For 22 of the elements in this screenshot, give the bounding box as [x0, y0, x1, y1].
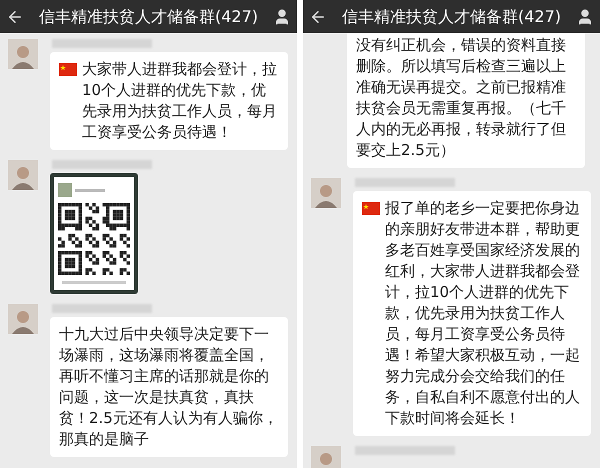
avatar[interactable] [8, 304, 38, 334]
person-silhouette-icon [314, 182, 338, 208]
card-header-drawing [58, 183, 105, 197]
flag-icon [59, 63, 77, 76]
message-text: 十九大过后中央领导决定要下一场瀑雨，这场瀑雨将覆盖全国，再听不懂习主席的话那就是你的问题，这一次是扶真贫，真扶贫！2.5元还有人认为有人骗你，那真的是脑子 [59, 324, 279, 450]
message-text: 报了单的老乡一定要把你身边的亲朋好友带进本群，帮助更多老百姓享受国家经济发展的红利，大家带人进群我都会登计，拉10个人进群的优先下款，优先录用为扶贫工作人员，每月工资享受公务员待遇！希望大家积极互动，一起努力完成分会交给我们的任务，自私自利不愿意付出的人下款时间将会延长！ [385, 198, 581, 429]
chat-title: 信丰精准扶贫人才储备群(427) [38, 6, 258, 28]
message-text: 没有纠正机会，错误的资料直接删除。所以填写后检查三遍以上准确无误再提交。之前已报精准扶贫会员无需重复再报。（七千人内的无必再报，转录就行了但要交上2.5元） [356, 35, 567, 161]
message-text: 大家带人进群我都会登计，拉10个人进群的优先下款，优先录用为扶贫工作人员，每月工资享受公务员待遇！ [82, 59, 278, 143]
chat-title: 信丰精准扶贫人才储备群(427) [342, 6, 562, 28]
avatar[interactable] [8, 39, 38, 69]
caption-drawing [62, 281, 126, 284]
qr-code-drawing [58, 203, 130, 275]
person-silhouette-icon [11, 308, 35, 334]
person-silhouette-icon [11, 43, 35, 69]
person-silhouette-icon [11, 164, 35, 190]
avatar[interactable] [311, 178, 341, 208]
person-icon[interactable] [576, 8, 594, 26]
qr-code-image[interactable] [50, 173, 138, 294]
flag-icon [362, 202, 380, 215]
person-icon[interactable] [273, 8, 291, 26]
avatar[interactable] [8, 160, 38, 190]
